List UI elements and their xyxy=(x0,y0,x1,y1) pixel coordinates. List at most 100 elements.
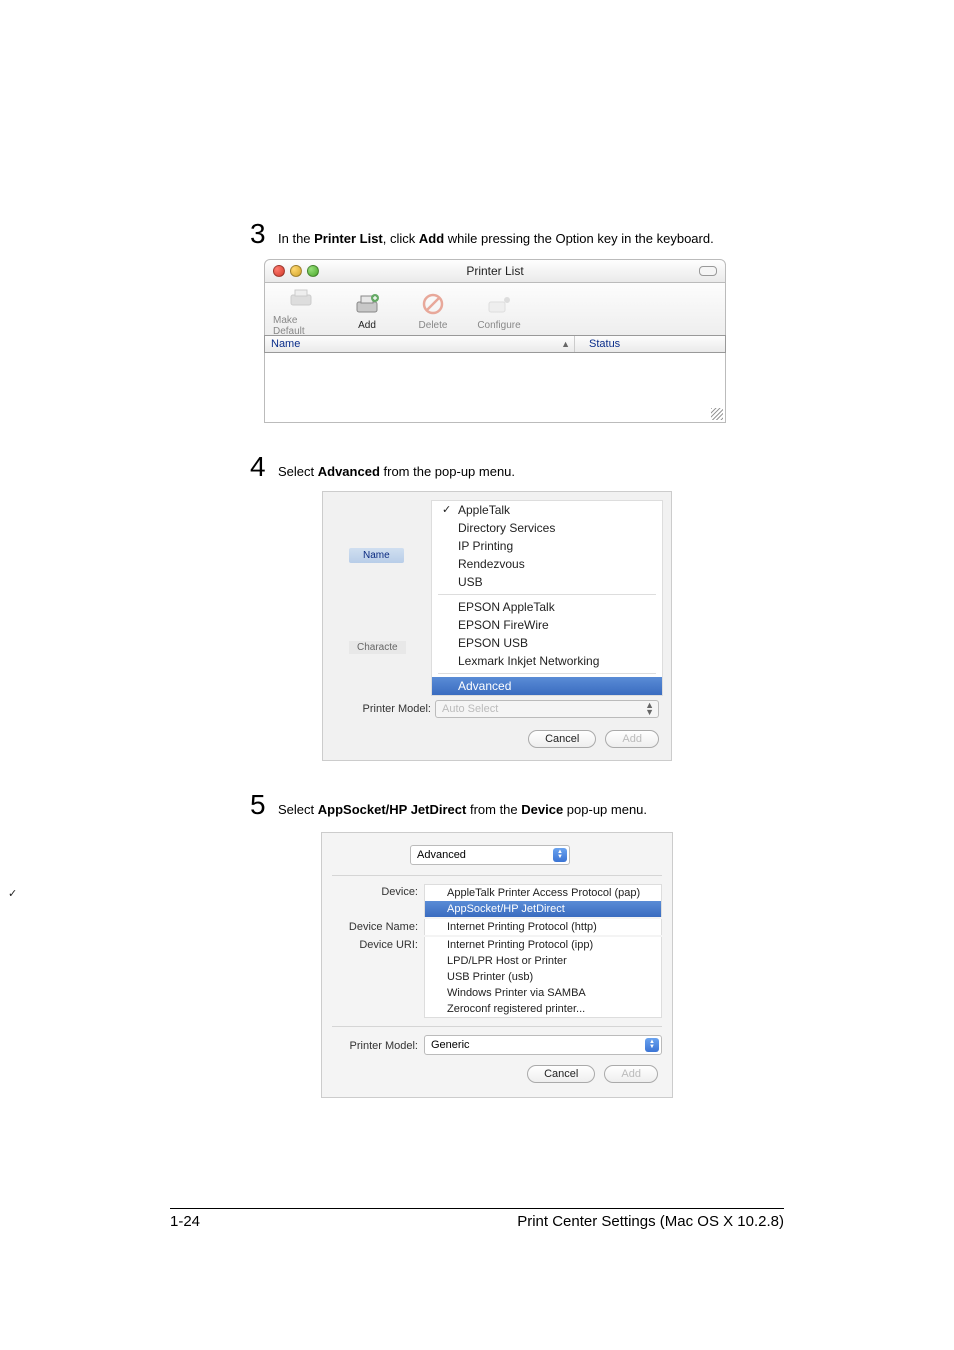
chevrons-icon: ▲▼ xyxy=(645,702,654,716)
toolbar-label: Configure xyxy=(477,320,520,331)
printer-model-row: Printer Model: Generic ▲▼ xyxy=(332,1035,662,1055)
text-fragment: In the xyxy=(278,231,314,246)
text-fragment: from the pop-up menu. xyxy=(380,464,515,479)
device-row: Device: AppleTalk Printer Access Protoco… xyxy=(332,884,662,917)
toolbar-label: Add xyxy=(358,320,376,331)
step-text: Select AppSocket/HP JetDirect from the D… xyxy=(278,792,647,820)
printer-icon xyxy=(285,285,317,313)
add-button: Add xyxy=(604,1065,658,1083)
text-bold: Device xyxy=(521,802,563,817)
text-bold: Advanced xyxy=(318,464,380,479)
text-fragment: Select xyxy=(278,802,318,817)
cancel-button[interactable]: Cancel xyxy=(527,1065,595,1083)
add-button[interactable]: Add xyxy=(339,290,395,331)
step-number: 4 xyxy=(250,453,278,481)
separator xyxy=(332,1026,662,1027)
popup-item-ipp-http[interactable]: Internet Printing Protocol (http) xyxy=(425,919,661,935)
popup-item-lexmark[interactable]: Lexmark Inkjet Networking xyxy=(432,652,662,670)
popup-item-rendezvous[interactable]: Rendezvous xyxy=(432,555,662,573)
device-uri-row: Device URI: Internet Printing Protocol (… xyxy=(332,937,662,1018)
select-value: Generic xyxy=(431,1039,470,1051)
popup-item-zeroconf[interactable]: Zeroconf registered printer... xyxy=(425,1001,661,1017)
popup-item-lpd[interactable]: LPD/LPR Host or Printer xyxy=(425,953,661,969)
button-row: Cancel Add xyxy=(332,1057,662,1087)
separator xyxy=(332,875,662,876)
page-footer: 1-24 Print Center Settings (Mac OS X 10.… xyxy=(170,1208,784,1230)
toolbar-label: Delete xyxy=(419,320,448,331)
column-status[interactable]: Status xyxy=(575,336,725,352)
printer-add-icon xyxy=(351,290,383,318)
popup-item-appletalk[interactable]: AppleTalk xyxy=(432,501,662,519)
connection-popup-list[interactable]: AppleTalk Directory Services IP Printing… xyxy=(431,500,663,696)
step-text: In the Printer List, click Add while pre… xyxy=(278,221,714,249)
device-uri-label: Device URI: xyxy=(332,937,424,1018)
printer-model-row: Printer Model: Auto Select ▲▼ xyxy=(331,696,663,722)
table-header[interactable]: Name ▲ Status xyxy=(264,335,726,353)
device-popup-rest[interactable]: Internet Printing Protocol (ipp) LPD/LPR… xyxy=(424,937,662,1018)
device-name-row: Device Name: Internet Printing Protocol … xyxy=(332,919,662,935)
popup-item-appletalk-pap[interactable]: AppleTalk Printer Access Protocol (pap) xyxy=(425,885,661,901)
text-fragment: , click xyxy=(383,231,419,246)
cancel-button[interactable]: Cancel xyxy=(528,730,596,748)
connection-popup-sheet: Name Characte AppleTalk Directory Servic… xyxy=(322,491,672,761)
popup-item-samba[interactable]: Windows Printer via SAMBA xyxy=(425,985,661,1001)
text-bold: AppSocket/HP JetDirect xyxy=(318,802,467,817)
name-column-header: Name xyxy=(349,548,404,563)
connection-type-select[interactable]: Advanced ▲▼ xyxy=(410,845,570,865)
toolbar-label: Make Default xyxy=(273,315,329,337)
text-bold: Add xyxy=(419,231,444,246)
step-text: Select Advanced from the pop-up menu. xyxy=(278,454,515,482)
printer-model-select[interactable]: Auto Select ▲▼ xyxy=(435,700,659,718)
configure-icon xyxy=(483,290,515,318)
select-value: Advanced xyxy=(417,849,466,861)
footer-rule xyxy=(170,1208,784,1209)
separator xyxy=(438,594,656,595)
text-fragment: pop-up menu. xyxy=(563,802,647,817)
window-title: Printer List xyxy=(265,264,725,278)
popup-item-epson-appletalk[interactable]: EPSON AppleTalk xyxy=(432,598,662,616)
popup-item-ip[interactable]: IP Printing xyxy=(432,537,662,555)
text-bold: Printer List xyxy=(314,231,383,246)
footer-title: Print Center Settings (Mac OS X 10.2.8) xyxy=(517,1213,784,1230)
add-button: Add xyxy=(605,730,659,748)
sort-indicator-icon: ▲ xyxy=(561,339,570,349)
step-5: 5 Select AppSocket/HP JetDirect from the… xyxy=(250,791,744,820)
text-fragment: Select xyxy=(278,464,318,479)
button-row: Cancel Add xyxy=(331,722,663,752)
make-default-button: Make Default xyxy=(273,285,329,337)
step-3: 3 In the Printer List, click Add while p… xyxy=(250,220,744,249)
device-popup-mid[interactable]: Internet Printing Protocol (http) xyxy=(424,919,662,935)
step-number: 5 xyxy=(250,791,278,819)
printer-list-window: Printer List Make Default Add Delete xyxy=(264,259,726,423)
character-label: Characte xyxy=(349,641,406,654)
configure-button: Configure xyxy=(471,290,527,331)
device-name-label: Device Name: xyxy=(332,919,424,935)
popup-item-epson-firewire[interactable]: EPSON FireWire xyxy=(432,616,662,634)
popup-item-ipp-ipp[interactable]: Internet Printing Protocol (ipp) xyxy=(425,937,661,953)
popup-item-usb-printer[interactable]: USB Printer (usb) xyxy=(425,969,661,985)
popup-left-column: Name Characte xyxy=(331,500,431,696)
page-number: 1-24 xyxy=(170,1213,200,1230)
window-toolbar: Make Default Add Delete Configure xyxy=(264,283,726,335)
column-label: Name xyxy=(271,338,300,350)
device-popup-sheet: Advanced ▲▼ Device: AppleTalk Printer Ac… xyxy=(321,832,673,1098)
text-fragment: from the xyxy=(466,802,521,817)
column-name[interactable]: Name ▲ xyxy=(265,336,575,352)
popup-item-epson-usb[interactable]: EPSON USB xyxy=(432,634,662,652)
popup-item-appsocket[interactable]: AppSocket/HP JetDirect xyxy=(425,901,661,917)
window-titlebar[interactable]: Printer List xyxy=(264,259,726,283)
table-body[interactable] xyxy=(264,353,726,423)
popup-item-usb[interactable]: USB xyxy=(432,573,662,591)
prohibit-icon xyxy=(417,290,449,318)
device-popup-top[interactable]: AppleTalk Printer Access Protocol (pap) … xyxy=(424,884,662,917)
printer-model-label: Printer Model: xyxy=(335,703,431,715)
printer-model-label: Printer Model: xyxy=(332,1038,424,1052)
separator xyxy=(438,673,656,674)
printer-model-select[interactable]: Generic ▲▼ xyxy=(424,1035,662,1055)
toolbar-toggle-icon[interactable] xyxy=(699,266,717,276)
resize-grip-icon[interactable] xyxy=(711,408,723,420)
popup-item-advanced[interactable]: Advanced xyxy=(432,677,662,695)
popup-item-directory[interactable]: Directory Services xyxy=(432,519,662,537)
step-number: 3 xyxy=(250,220,278,248)
chevrons-icon: ▲▼ xyxy=(645,1038,659,1052)
